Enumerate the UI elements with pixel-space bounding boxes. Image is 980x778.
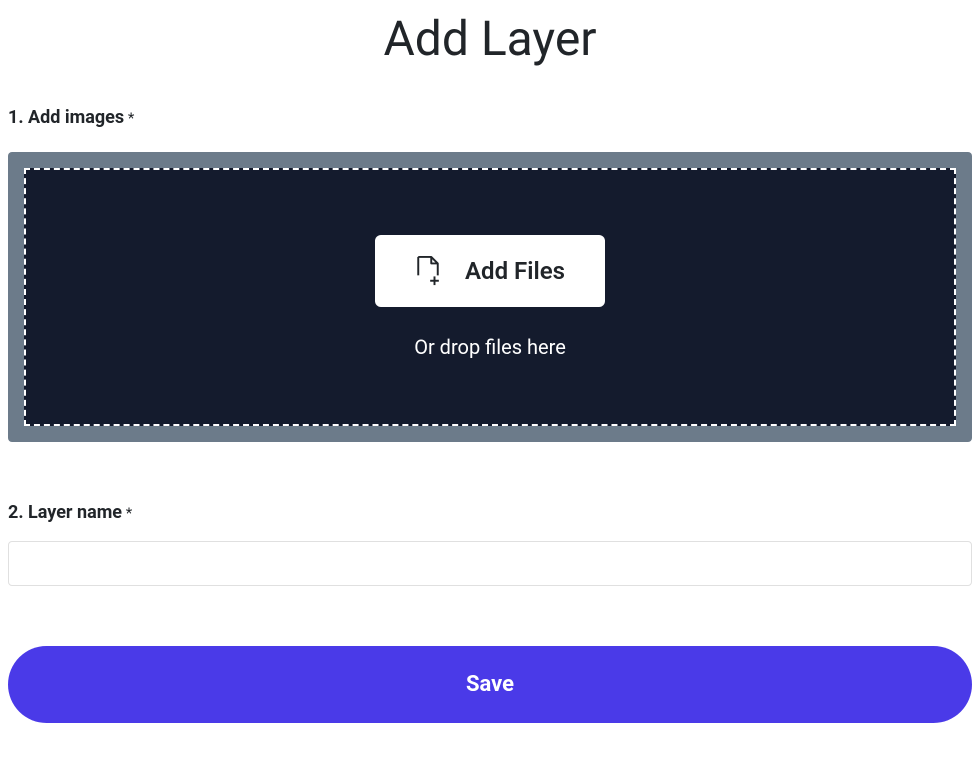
section-layer-name-label: 2. Layer name * [8,502,972,523]
add-files-button[interactable]: Add Files [375,235,605,307]
file-dropzone[interactable]: Add Files Or drop files here [8,152,972,442]
section-add-images-label-text: 1. Add images [8,107,124,128]
save-button[interactable]: Save [8,646,972,723]
file-add-icon [415,255,441,287]
file-dropzone-inner: Add Files Or drop files here [24,168,956,426]
section-add-images-label: 1. Add images * [8,107,972,128]
drop-hint-text: Or drop files here [414,335,566,359]
layer-name-input[interactable] [8,541,972,586]
add-files-button-label: Add Files [465,257,565,285]
required-asterisk: * [122,504,132,522]
page-title: Add Layer [8,10,972,67]
section-layer-name-label-text: 2. Layer name [8,502,122,523]
required-asterisk: * [124,109,134,127]
